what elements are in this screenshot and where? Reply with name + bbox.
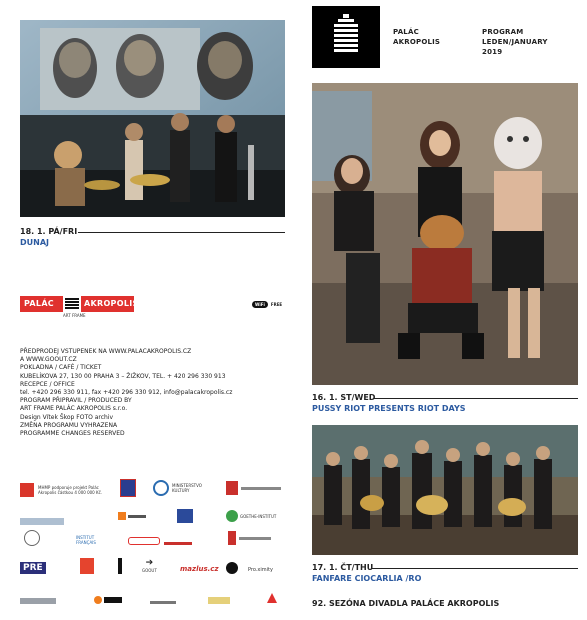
akropolis-brand-logo: PALÁC AKROPOLIS ART FRAME	[20, 296, 138, 318]
blurred-partner-logo	[20, 514, 64, 528]
goout-logo: ➔ GOOUT	[142, 558, 157, 574]
program-line: 2019	[482, 48, 503, 56]
region-crest-logo	[226, 481, 281, 495]
brand-left-word: PALÁC	[24, 299, 54, 308]
divider	[78, 232, 285, 233]
event-date: 16. 1. ST/WED	[312, 393, 376, 402]
pre-logo: PRE	[20, 561, 46, 575]
event-date: 18. 1. PÁ/FRI	[20, 227, 78, 236]
program-line: LEDEN/JANUARY	[482, 38, 548, 46]
info-line: PROGRAMME CHANGES RESERVED	[20, 430, 125, 438]
info-line: PŘEDPRODEJ VSTUPENEK NA WWW.PALACAKROPOL…	[20, 348, 192, 355]
wifi-icon: WiFi	[252, 301, 268, 308]
institut-francais-logo: INSTITUT FRANÇAIS	[76, 533, 102, 547]
mazlus-logo: mazlus.cz	[180, 562, 219, 576]
info-line: RECEPCE / OFFICE	[20, 380, 75, 388]
red-partner-logo	[164, 536, 192, 550]
institut-francais-label: INSTITUT FRANÇAIS	[76, 535, 96, 545]
grey-partner-logo	[20, 594, 56, 608]
mhmp-support-text: MHMP podporuje projekt Palác Akropolis č…	[38, 485, 103, 495]
yellow-partner-logo	[208, 593, 230, 607]
brand-subtitle: ART FRAME	[63, 313, 86, 318]
info-line: KUBELÍKOVA 27, 130 00 PRAHA 3 – ŽIŽKOV, …	[20, 372, 226, 380]
wifi-label: FREE	[270, 302, 283, 307]
season-line: 92. SEZÓNA DIVADLA PALÁCE AKROPOLIS	[312, 599, 500, 608]
bar-logo	[118, 558, 122, 574]
wifi-free-badge: WiFi FREE	[252, 301, 282, 308]
divider	[372, 568, 578, 569]
ministry-culture-logo: MINISTERSTVO KULTURY	[153, 480, 206, 496]
proximity-label: Pro.ximity	[248, 566, 273, 573]
divider	[374, 398, 578, 399]
goout-arrow-icon: ➔	[145, 558, 154, 568]
dunaj-concert-photo	[20, 20, 285, 217]
ring-partner-logo	[128, 534, 160, 548]
event-title: PUSSY RIOT PRESENTS RIOT DAYS	[312, 404, 466, 413]
round-seal-logo	[24, 530, 40, 546]
dark-circle-logo	[226, 561, 238, 575]
goout-label: GOOUT	[142, 568, 157, 573]
proximity-logo: Pro.ximity	[248, 563, 273, 577]
orange-partner-logo	[118, 509, 146, 523]
mhmp-logo: MHMP podporuje projekt Palác Akropolis č…	[20, 481, 112, 499]
contact-info: PŘEDPRODEJ VSTUPENEK NA WWW.PALACAKROPOL…	[20, 348, 232, 438]
goethe-label: GOETHE-INSTITUT	[240, 513, 277, 519]
info-line: Design Vítek Škop FOTO archiv	[20, 413, 114, 421]
radio-logo	[80, 558, 94, 574]
eu-flag-logo	[177, 509, 193, 523]
info-line: ART FRAME PALÁC AKROPOLIS s.r.o.	[20, 405, 128, 413]
goethe-institut-logo: GOETHE-INSTITUT	[226, 509, 276, 523]
pre-label: PRE	[20, 562, 46, 574]
program-line: PROGRAM	[482, 28, 524, 36]
venue-line: AKROPOLIS	[393, 38, 441, 46]
info-line: POKLADNA / CAFÉ / TICKET	[20, 364, 102, 372]
venue-name: PALÁC AKROPOLIS	[393, 27, 440, 47]
fanfare-ciocarlia-photo	[312, 425, 578, 555]
small-partner-logo	[150, 595, 176, 609]
prague3-crest-logo	[120, 479, 136, 497]
mazlus-label: mazlus.cz	[180, 565, 219, 573]
info-line: tel. +420 296 330 911, fax +420 296 330 …	[20, 389, 233, 397]
ministry-label: MINISTERSTVO KULTURY	[172, 483, 202, 493]
brand-right-word: AKROPOLIS	[84, 299, 139, 308]
venue-line: PALÁC	[393, 28, 419, 36]
event-date: 17. 1. ČT/THU	[312, 563, 374, 572]
event-title: DUNAJ	[20, 238, 49, 247]
akropolis-tower-logo	[312, 6, 380, 68]
triangle-logo	[266, 591, 278, 605]
program-month: PROGRAM LEDEN/JANUARY 2019	[482, 27, 548, 57]
embassy-logo	[228, 531, 271, 545]
pussy-riot-photo	[312, 83, 578, 385]
event-title: FANFARE CIOCARLIA /RO	[312, 574, 422, 583]
black-orange-logo	[94, 593, 122, 607]
info-line: ZMĚNA PROGRAMU VYHRAZENA	[20, 421, 118, 429]
info-line: PROGRAM PŘIPRAVIL / PRODUCED BY	[20, 397, 132, 405]
